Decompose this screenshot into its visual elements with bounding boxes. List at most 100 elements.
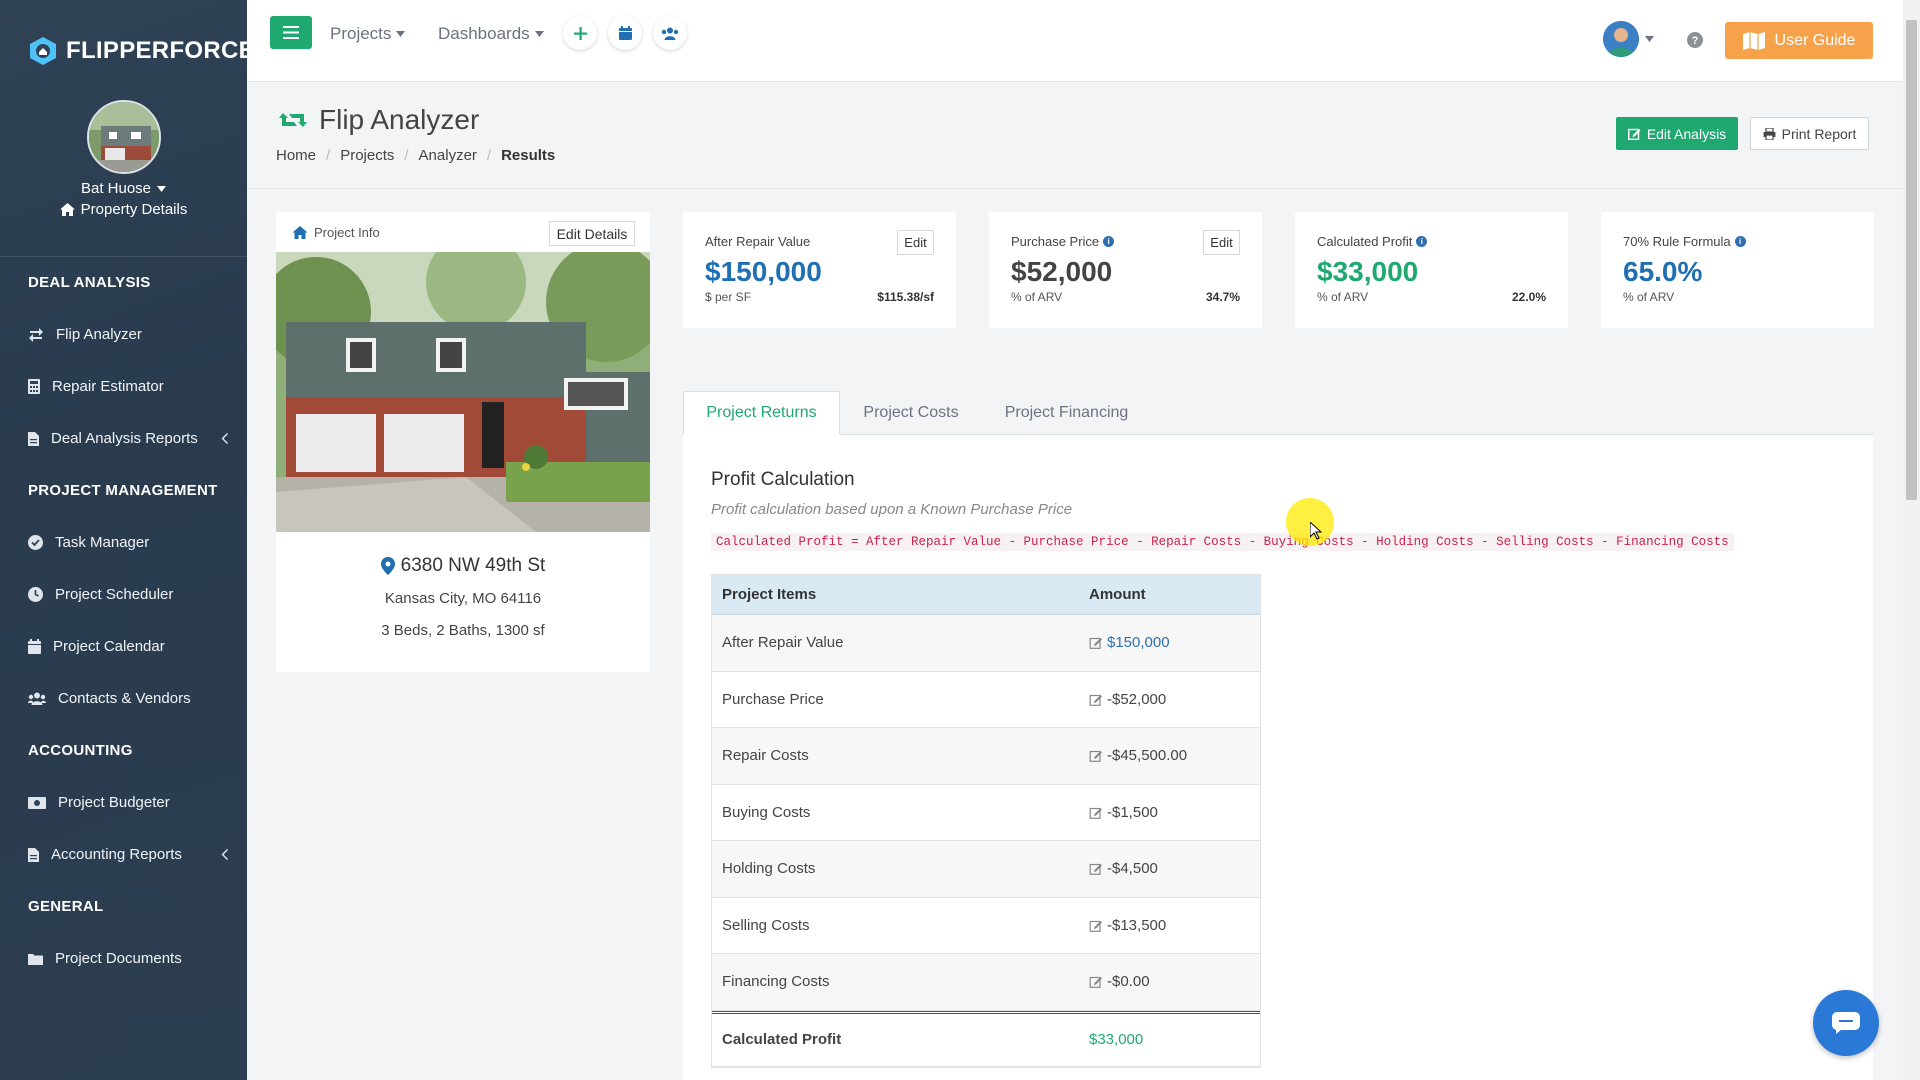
breadcrumb-results: Results [501, 147, 556, 164]
breadcrumb-projects[interactable]: Projects [340, 147, 394, 164]
row-amount[interactable]: -$13,500 [1079, 917, 1260, 934]
metric-label-text: 70% Rule Formula [1623, 234, 1731, 249]
metric-label: Calculated Profit i [1317, 234, 1428, 249]
team-button[interactable] [653, 16, 687, 50]
info-icon[interactable]: i [1734, 236, 1746, 247]
edit-icon [1627, 128, 1641, 140]
map-icon [1742, 31, 1765, 50]
house-photo-illustration [276, 252, 650, 532]
print-report-label: Print Report [1781, 125, 1857, 142]
profit-calculation-title: Profit Calculation [711, 469, 855, 490]
file-icon [28, 431, 39, 446]
breadcrumb-home[interactable]: Home [276, 147, 316, 164]
metric-sub-label: % of ARV [1317, 290, 1369, 304]
property-profile: Bat Huose Property Details [0, 100, 247, 218]
table-row: Purchase Price -$52,000 [712, 672, 1260, 728]
property-details-label: Property Details [80, 201, 188, 218]
row-item: Buying Costs [722, 803, 811, 821]
property-avatar[interactable] [86, 100, 161, 174]
row-item: After Repair Value [722, 634, 844, 652]
home-icon [59, 203, 75, 216]
sidebar-item-label: Project Calendar [53, 638, 165, 655]
caret-down-icon [534, 31, 544, 37]
row-amount[interactable]: -$4,500 [1079, 860, 1260, 877]
metric-label: After Repair Value [705, 234, 811, 249]
metric-label: Purchase Price i [1011, 234, 1115, 249]
property-name[interactable]: Bat Huose [0, 180, 247, 197]
property-photo [276, 252, 650, 532]
row-item: Purchase Price [722, 690, 824, 708]
page-scrollbar[interactable] [1903, 0, 1920, 1080]
brand-logo[interactable]: FLIPPERFORCE [28, 36, 255, 66]
row-amount-value: -$52,000 [1107, 690, 1167, 708]
row-item: Holding Costs [722, 860, 816, 878]
row-amount[interactable]: -$45,500.00 [1079, 747, 1260, 764]
table-row: Repair Costs -$45,500.00 [712, 728, 1260, 785]
menu-toggle-button[interactable] [270, 16, 312, 49]
page-title-text: Flip Analyzer [319, 104, 480, 135]
metric-calculated-profit: Calculated Profit i $33,000 % of ARV 22.… [1295, 212, 1568, 328]
sidebar-divider [0, 256, 247, 257]
sidebar-item-project-documents[interactable]: Project Documents [28, 950, 228, 967]
property-city: Kansas City, MO 64116 [384, 590, 542, 607]
scrollbar-thumb[interactable] [1906, 20, 1917, 500]
help-icon[interactable]: ? [1687, 32, 1703, 48]
profit-formula: Calculated Profit = After Repair Value -… [711, 533, 1734, 551]
hamburger-icon [283, 26, 299, 39]
row-amount[interactable]: -$52,000 [1079, 691, 1260, 708]
row-amount[interactable]: -$1,500 [1079, 804, 1260, 821]
home-icon [292, 226, 308, 239]
property-details-link[interactable]: Property Details [0, 201, 247, 218]
sidebar-item-label: Project Documents [55, 950, 182, 967]
row-amount[interactable]: $150,000 [1079, 634, 1260, 651]
metric-sub-value: $115.38/sf [877, 290, 934, 304]
total-label: Calculated Profit [722, 1031, 842, 1049]
chat-icon [1832, 1012, 1860, 1034]
sidebar-item-task-manager[interactable]: Task Manager [28, 534, 228, 551]
tab-project-financing[interactable]: Project Financing [993, 391, 1140, 435]
chevron-left-icon [221, 849, 228, 860]
sidebar-item-label: Repair Estimator [52, 378, 164, 395]
table-row: Selling Costs -$13,500 [712, 898, 1260, 954]
breadcrumb-analyzer[interactable]: Analyzer [419, 147, 477, 164]
user-guide-button[interactable]: User Guide [1725, 22, 1873, 59]
sidebar-item-project-calendar[interactable]: Project Calendar [28, 638, 228, 655]
clock-icon [28, 587, 43, 602]
sidebar-item-repair-estimator[interactable]: Repair Estimator [28, 378, 228, 395]
calendar-button[interactable] [608, 16, 642, 50]
projects-menu[interactable]: Projects [330, 24, 406, 44]
info-icon[interactable]: i [1103, 236, 1115, 247]
info-icon[interactable]: i [1416, 236, 1428, 247]
property-address-text: 6380 NW 49th St [400, 555, 546, 576]
header-divider [247, 188, 1903, 189]
edit-analysis-button[interactable]: Edit Analysis [1616, 117, 1738, 150]
sidebar-item-project-scheduler[interactable]: Project Scheduler [28, 586, 228, 603]
edit-icon [1089, 864, 1102, 876]
edit-details-button[interactable]: Edit Details [549, 221, 635, 246]
sidebar: FLIPPERFORCE Bat Huose Property Details … [0, 0, 255, 1080]
sidebar-item-deal-analysis-reports[interactable]: Deal Analysis Reports [28, 430, 228, 447]
caret-down-icon[interactable] [1645, 36, 1654, 42]
sidebar-item-flip-analyzer[interactable]: Flip Analyzer [28, 326, 228, 343]
breadcrumb-separator: / [486, 147, 492, 164]
sidebar-item-contacts-vendors[interactable]: Contacts & Vendors [28, 690, 228, 707]
chat-button[interactable] [1813, 990, 1879, 1056]
dashboards-menu[interactable]: Dashboards [438, 24, 544, 44]
edit-arv-button[interactable]: Edit [897, 230, 934, 255]
row-amount-value: -$0.00 [1107, 973, 1150, 991]
metric-label: 70% Rule Formula i [1623, 234, 1746, 249]
tab-project-costs[interactable]: Project Costs [851, 391, 971, 435]
profit-calculation-subtitle: Profit calculation based upon a Known Pu… [711, 501, 1073, 518]
print-report-button[interactable]: Print Report [1750, 117, 1869, 150]
sidebar-item-accounting-reports[interactable]: Accounting Reports [28, 846, 228, 863]
add-button[interactable] [563, 16, 597, 50]
table-header: Project Items Amount [712, 575, 1260, 615]
house-thumbnail [88, 102, 159, 172]
edit-purchase-price-button[interactable]: Edit [1203, 230, 1240, 255]
tab-project-returns[interactable]: Project Returns [683, 391, 840, 435]
sidebar-item-project-budgeter[interactable]: Project Budgeter [28, 794, 228, 811]
row-amount[interactable]: -$0.00 [1079, 973, 1260, 990]
calendar-icon [618, 26, 632, 40]
user-avatar[interactable] [1603, 21, 1639, 57]
metric-sub-value: 22.0% [1511, 290, 1546, 304]
